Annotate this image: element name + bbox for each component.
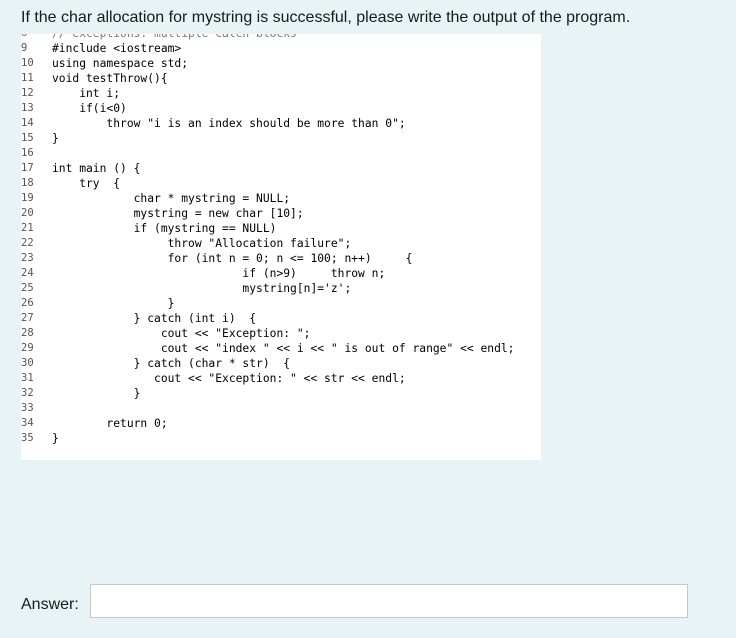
line-number: 18 [21, 177, 34, 189]
line-number: 33 [21, 402, 34, 414]
line-number: 27 [21, 312, 34, 324]
line-number: 26 [21, 297, 34, 309]
code-line: 17 int main () { [21, 161, 541, 176]
code-line: 16 [21, 146, 541, 161]
line-code: } [52, 387, 141, 400]
code-line: 22 throw "Allocation failure"; [21, 236, 541, 251]
code-line: 33 [21, 401, 541, 416]
line-number: 25 [21, 282, 34, 294]
line-number: 19 [21, 192, 34, 204]
line-number: 32 [21, 387, 34, 399]
code-line: 26 } [21, 296, 541, 311]
code-line: 32 } [21, 386, 541, 401]
code-line: 9 #include <iostream> [21, 41, 541, 56]
line-code: cout << "Exception: " << str << endl; [52, 372, 406, 385]
line-code: } [52, 432, 59, 445]
line-code: // exceptions: multiple catch blocks [52, 34, 297, 41]
line-code: } catch (char * str) { [52, 357, 291, 370]
line-code: } [52, 297, 175, 310]
code-line: 25 mystring[n]='z'; [21, 281, 541, 296]
line-code: if (n>9) throw n; [52, 267, 386, 280]
line-number: 31 [21, 372, 34, 384]
line-number: 21 [21, 222, 34, 234]
code-line: 29 cout << "index " << i << " is out of … [21, 341, 541, 356]
line-number: 8 [21, 34, 49, 41]
line-number: 9 [21, 42, 28, 54]
code-line: 20 mystring = new char [10]; [21, 206, 541, 221]
line-code: for (int n = 0; n <= 100; n++) { [52, 252, 413, 265]
line-number: 11 [21, 72, 34, 84]
code-screenshot: 8// exceptions: multiple catch blocks9#i… [21, 34, 541, 460]
line-number: 35 [21, 432, 34, 444]
line-number: 20 [21, 207, 34, 219]
answer-label: Answer: [21, 596, 79, 613]
line-code: } [52, 132, 59, 145]
line-code: cout << "index " << i << " is out of ran… [52, 342, 515, 355]
code-line: 14 throw "i is an index should be more t… [21, 116, 541, 131]
line-code: void testThrow(){ [52, 72, 168, 85]
code-line: 34 return 0; [21, 416, 541, 431]
line-number: 12 [21, 87, 34, 99]
line-code: throw "i is an index should be more than… [52, 117, 406, 130]
code-line: 18 try { [21, 176, 541, 191]
line-code: } catch (int i) { [52, 312, 257, 325]
code-line: 8// exceptions: multiple catch blocks [21, 34, 541, 41]
code-line: 23 for (int n = 0; n <= 100; n++) { [21, 251, 541, 266]
code-line: 15} [21, 131, 541, 146]
line-code: #include <iostream> [52, 42, 182, 55]
code-line: 31 cout << "Exception: " << str << endl; [21, 371, 541, 386]
line-number: 28 [21, 327, 34, 339]
code-line: 30 } catch (char * str) { [21, 356, 541, 371]
line-number: 23 [21, 252, 34, 264]
line-number: 34 [21, 417, 34, 429]
line-number: 10 [21, 57, 34, 69]
line-code: using namespace std; [52, 57, 189, 70]
line-code: int main () { [52, 162, 141, 175]
answer-input[interactable] [90, 584, 688, 618]
line-code: try { [52, 177, 121, 190]
code-line: 24 if (n>9) throw n; [21, 266, 541, 281]
code-line: 21 if (mystring == NULL) [21, 221, 541, 236]
line-number: 13 [21, 102, 34, 114]
line-number: 17 [21, 162, 34, 174]
line-number: 16 [21, 147, 34, 159]
line-code: mystring = new char [10]; [52, 207, 304, 220]
line-code: mystring[n]='z'; [52, 282, 352, 295]
line-code: char * mystring = NULL; [52, 192, 291, 205]
line-number: 14 [21, 117, 34, 129]
code-line: 35} [21, 431, 541, 446]
code-line: 28 cout << "Exception: "; [21, 326, 541, 341]
line-code: if (mystring == NULL) [52, 222, 277, 235]
question-text: If the char allocation for mystring is s… [21, 9, 631, 26]
line-number: 22 [21, 237, 34, 249]
code-line: 11 void testThrow(){ [21, 71, 541, 86]
line-code: if(i<0) [52, 102, 127, 115]
line-number: 24 [21, 267, 34, 279]
line-code: throw "Allocation failure"; [52, 237, 352, 250]
code-line: 10 using namespace std; [21, 56, 541, 71]
code-line: 19 char * mystring = NULL; [21, 191, 541, 206]
line-code: return 0; [52, 417, 168, 430]
code-line: 12 int i; [21, 86, 541, 101]
line-number: 29 [21, 342, 34, 354]
line-code: int i; [52, 87, 121, 100]
line-code: cout << "Exception: "; [52, 327, 311, 340]
code-line: 27 } catch (int i) { [21, 311, 541, 326]
code-line: 13 if(i<0) [21, 101, 541, 116]
line-number: 30 [21, 357, 34, 369]
line-number: 15 [21, 132, 34, 144]
